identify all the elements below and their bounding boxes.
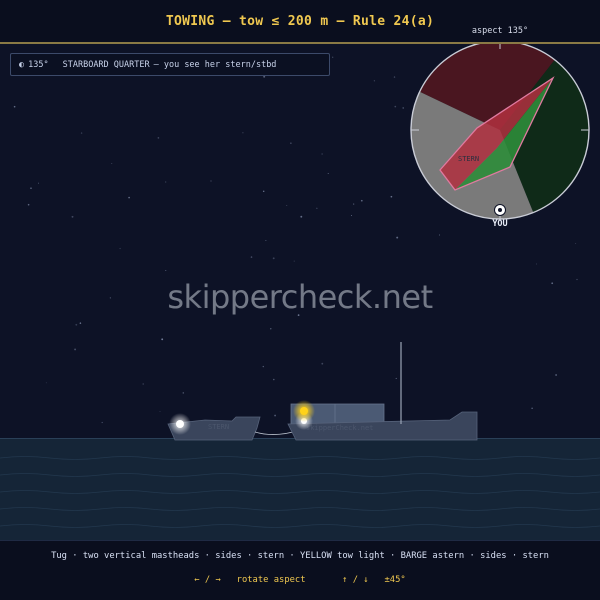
star <box>270 328 272 330</box>
star <box>79 322 82 324</box>
star <box>119 247 121 250</box>
star <box>250 256 253 258</box>
star <box>37 182 40 184</box>
star <box>360 199 363 202</box>
star <box>242 132 244 134</box>
star <box>555 374 557 376</box>
footer-bar <box>0 540 600 600</box>
sea <box>0 438 600 542</box>
star <box>27 203 30 206</box>
aspect-description: — you see her stern/stbd <box>153 59 277 70</box>
star <box>274 414 277 417</box>
star <box>353 203 355 205</box>
star <box>74 348 77 351</box>
star <box>536 263 537 265</box>
star <box>373 80 376 82</box>
rotate-label: rotate aspect <box>236 575 306 585</box>
compass-aspect-label: aspect 135° <box>471 26 529 36</box>
tug-hull-text: STERN <box>208 423 229 431</box>
compass-icon: ◐ <box>19 59 25 70</box>
star <box>182 392 185 394</box>
star <box>210 180 212 182</box>
star <box>165 270 167 271</box>
star <box>262 190 265 193</box>
star <box>128 196 130 199</box>
star <box>111 163 113 164</box>
star <box>165 181 167 183</box>
tilt-keys[interactable]: ↑ / ↓ <box>342 575 368 585</box>
header-bar: TOWING — tow ≤ 200 m — Rule 24(a) <box>0 0 600 44</box>
star <box>327 173 329 174</box>
you-label: YOU <box>492 219 507 229</box>
star <box>395 377 397 379</box>
star <box>438 234 441 236</box>
star <box>351 215 352 217</box>
barge-hull-text: skipperCheck.net <box>306 424 373 432</box>
tilt-label: ±45° <box>384 575 406 585</box>
star <box>394 105 397 108</box>
star <box>575 243 577 244</box>
star <box>161 338 164 341</box>
star <box>45 382 47 384</box>
compass-stern-label: STERN <box>458 155 479 163</box>
page-title: TOWING — tow ≤ 200 m — Rule 24(a) <box>165 13 435 29</box>
aspect-info-box: ◐ 135° STARBOARD QUARTER — you see her s… <box>10 53 330 76</box>
star <box>101 421 103 424</box>
star <box>80 132 83 134</box>
controls-hint: ← / → rotate aspect ↑ / ↓ ±45° <box>0 575 600 585</box>
aspect-view-name: STARBOARD QUARTER <box>62 59 150 70</box>
star <box>396 236 399 239</box>
star <box>71 215 74 218</box>
star <box>30 187 32 189</box>
star <box>300 215 303 218</box>
star <box>286 205 288 207</box>
star <box>316 207 318 209</box>
star <box>157 137 160 139</box>
aspect-degrees: 135° <box>28 59 49 70</box>
stern-light <box>169 413 191 435</box>
lights-legend: Tug · two vertical mastheads · sides · s… <box>51 551 549 561</box>
star <box>142 383 144 385</box>
star <box>293 260 295 262</box>
star <box>321 362 324 365</box>
star <box>272 257 275 260</box>
star <box>265 239 267 241</box>
star <box>13 105 16 108</box>
star <box>531 407 533 409</box>
star <box>159 411 161 412</box>
star <box>263 75 266 78</box>
star <box>290 142 292 144</box>
star <box>273 378 275 381</box>
watermark: skippercheck.net <box>167 278 433 316</box>
star <box>75 323 78 326</box>
star <box>262 365 264 368</box>
star <box>402 107 404 109</box>
star <box>390 195 393 198</box>
yellow-tow-light <box>293 400 315 422</box>
rotate-keys[interactable]: ← / → <box>194 575 220 585</box>
star <box>321 153 323 155</box>
star <box>332 56 334 58</box>
star <box>393 76 396 78</box>
